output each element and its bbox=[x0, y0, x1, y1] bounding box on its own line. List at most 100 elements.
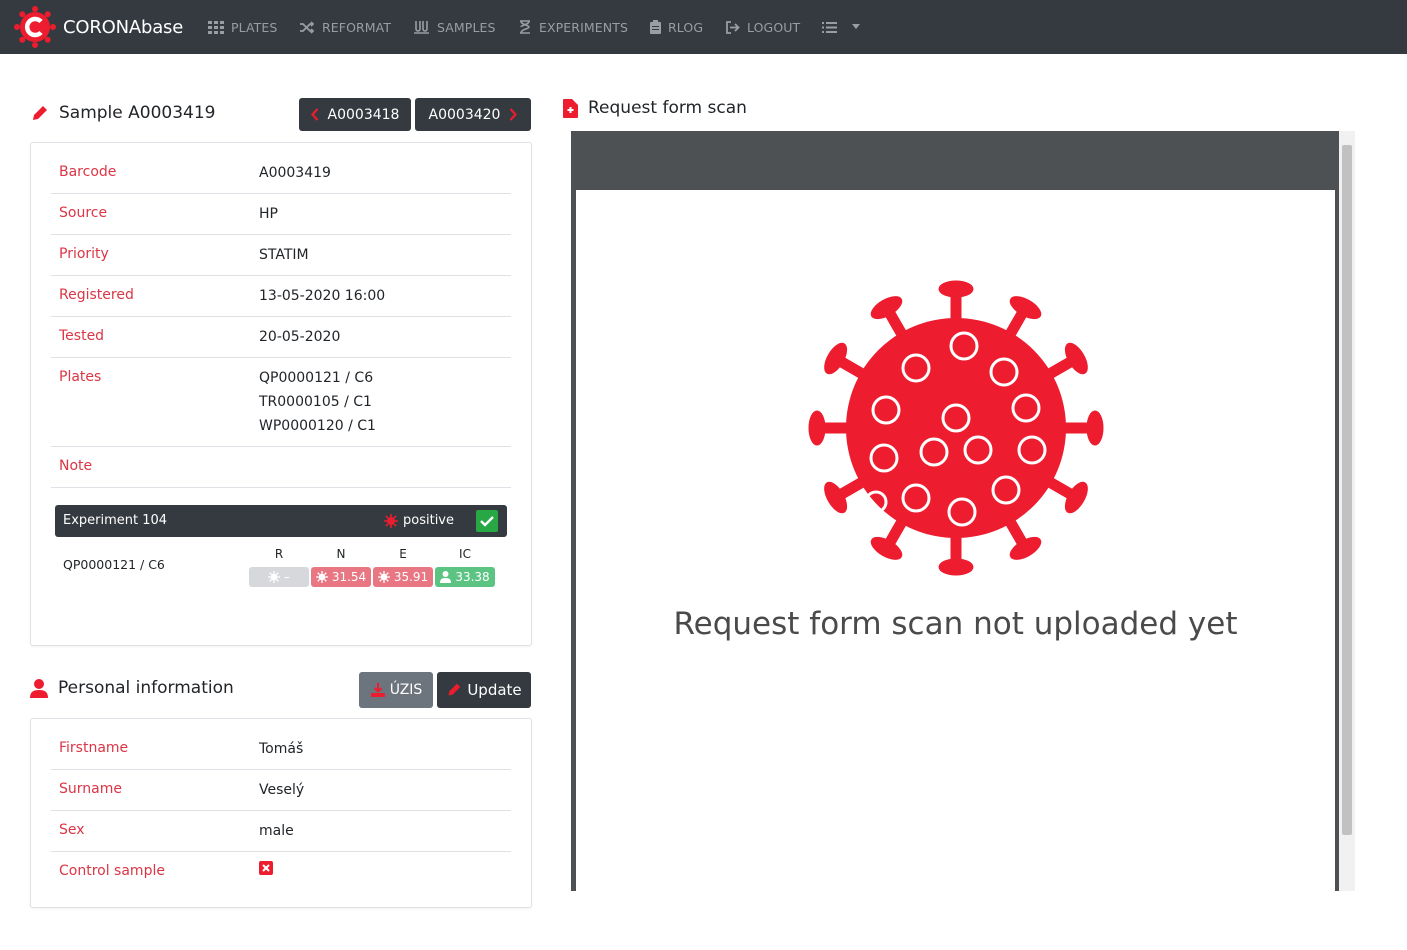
nav-samples[interactable]: SAMPLES bbox=[412, 17, 496, 37]
registered-label: Registered bbox=[59, 287, 134, 303]
experiment-header[interactable]: Experiment 104 positive bbox=[55, 505, 507, 537]
nav-logout-label: LOGOUT bbox=[747, 19, 801, 35]
registered-value: 13-05-2020 16:00 bbox=[259, 288, 386, 304]
logout-icon bbox=[726, 20, 740, 34]
tubes-icon bbox=[414, 21, 429, 34]
barcode-value: A0003419 bbox=[259, 165, 331, 181]
ct-col-n-header: N bbox=[336, 547, 346, 561]
ct-value-ic: 33.38 bbox=[455, 570, 490, 584]
next-sample-label: A0003420 bbox=[428, 106, 501, 123]
nav-rlog-label: RLOG bbox=[668, 19, 704, 35]
row-surname: Surname Veselý bbox=[51, 770, 511, 811]
scan-heading: Request form scan bbox=[563, 98, 747, 118]
scan-title: Request form scan bbox=[588, 98, 747, 118]
virus-icon bbox=[268, 571, 280, 583]
ct-badge-ic: 33.38 bbox=[435, 567, 495, 587]
caret-down-icon bbox=[852, 24, 860, 29]
nav-samples-label: SAMPLES bbox=[437, 19, 496, 35]
navbar: CORONAbase PLATES REFORMAT SAMPLES EXPER… bbox=[0, 0, 1407, 54]
barcode-label: Barcode bbox=[59, 164, 117, 180]
download-icon bbox=[370, 682, 385, 697]
pencil-icon bbox=[33, 105, 47, 120]
sample-card: Barcode A0003419 Source HP Priority STAT… bbox=[30, 142, 532, 646]
sample-title: Sample A0003419 bbox=[59, 103, 216, 123]
virus-icon bbox=[377, 571, 390, 583]
nav-plates[interactable]: PLATES bbox=[208, 17, 277, 37]
tested-label: Tested bbox=[59, 328, 105, 344]
checkmark-icon bbox=[476, 510, 498, 532]
row-control-sample: Control sample bbox=[51, 852, 511, 893]
scan-page: Request form scan not uploaded yet bbox=[576, 190, 1335, 950]
ct-col-r-header: R bbox=[274, 547, 284, 561]
plate-link[interactable]: QP0000121 / C6 bbox=[259, 366, 373, 390]
row-plates: Plates QP0000121 / C6 TR0000105 / C1 WP0… bbox=[51, 358, 511, 447]
viewer-scrollbar[interactable] bbox=[1339, 131, 1355, 891]
row-priority: Priority STATIM bbox=[51, 235, 511, 276]
medical-file-icon bbox=[563, 98, 578, 118]
note-label: Note bbox=[59, 458, 93, 474]
source-label: Source bbox=[59, 205, 108, 221]
plate-link[interactable]: TR0000105 / C1 bbox=[259, 390, 372, 414]
virus-icon bbox=[384, 514, 398, 528]
scan-missing-message: Request form scan not uploaded yet bbox=[673, 606, 1238, 642]
corona-logo-icon bbox=[14, 6, 56, 48]
uzis-label: ÚZIS bbox=[389, 682, 423, 698]
coronavirus-icon bbox=[808, 280, 1104, 576]
list-icon bbox=[822, 21, 837, 33]
user-icon bbox=[440, 571, 452, 583]
user-icon bbox=[30, 678, 48, 698]
row-firstname: Firstname Tomáš bbox=[51, 729, 511, 770]
ct-value-r: – bbox=[284, 570, 290, 584]
sample-heading: Sample A0003419 bbox=[30, 103, 216, 123]
virus-icon bbox=[315, 571, 328, 583]
experiment-title: Experiment 104 bbox=[63, 513, 168, 528]
pencil-icon bbox=[448, 683, 461, 696]
nav-plates-label: PLATES bbox=[231, 19, 278, 35]
hourglass-icon bbox=[520, 20, 530, 34]
chevron-left-icon bbox=[310, 108, 318, 121]
nav-experiments-label: EXPERIMENTS bbox=[539, 19, 628, 35]
priority-label: Priority bbox=[59, 246, 109, 262]
sex-value: male bbox=[259, 823, 294, 839]
row-sex: Sex male bbox=[51, 811, 511, 852]
row-barcode: Barcode A0003419 bbox=[51, 153, 511, 194]
nav-reformat-label: REFORMAT bbox=[322, 19, 392, 35]
ct-badge-e: 35.91 bbox=[373, 567, 433, 587]
nav-more-dropdown[interactable] bbox=[822, 17, 868, 37]
nav-logout[interactable]: LOGOUT bbox=[725, 17, 800, 37]
surname-value: Veselý bbox=[259, 782, 305, 798]
brand-name: CORONAbase bbox=[63, 16, 184, 38]
ct-badge-r: – bbox=[249, 567, 309, 587]
nav-reformat[interactable]: REFORMAT bbox=[299, 17, 391, 37]
row-registered: Registered 13-05-2020 16:00 bbox=[51, 276, 511, 317]
nav-experiments[interactable]: EXPERIMENTS bbox=[518, 17, 628, 37]
experiment-plate[interactable]: QP0000121 / C6 bbox=[63, 557, 165, 572]
uzis-button[interactable]: ÚZIS bbox=[359, 672, 433, 708]
next-sample-button[interactable]: A0003420 bbox=[415, 98, 531, 131]
ct-col-e-header: E bbox=[399, 547, 407, 561]
surname-label: Surname bbox=[59, 781, 122, 797]
personal-card: Firstname Tomáš Surname Veselý Sex male … bbox=[30, 718, 532, 908]
experiment-result: positive bbox=[403, 513, 454, 528]
brand[interactable]: CORONAbase bbox=[14, 6, 183, 48]
scrollbar-thumb[interactable] bbox=[1342, 145, 1352, 835]
nav-rlog[interactable]: RLOG bbox=[650, 17, 703, 37]
row-source: Source HP bbox=[51, 194, 511, 235]
sex-label: Sex bbox=[59, 822, 85, 838]
prev-sample-label: A0003418 bbox=[327, 106, 400, 123]
scan-viewer[interactable]: Request form scan not uploaded yet bbox=[571, 131, 1339, 950]
chevron-right-icon bbox=[510, 108, 518, 121]
plate-link[interactable]: WP0000120 / C1 bbox=[259, 414, 376, 438]
personal-heading: Personal information bbox=[30, 678, 234, 698]
source-value: HP bbox=[259, 206, 278, 222]
ct-col-ic-header: IC bbox=[459, 547, 471, 561]
update-button[interactable]: Update bbox=[437, 672, 531, 708]
prev-sample-button[interactable]: A0003418 bbox=[299, 98, 411, 131]
plates-label: Plates bbox=[59, 369, 102, 385]
cross-icon bbox=[259, 861, 273, 875]
firstname-label: Firstname bbox=[59, 740, 129, 756]
ct-value-e: 35.91 bbox=[393, 570, 429, 584]
row-tested: Tested 20-05-2020 bbox=[51, 317, 511, 358]
ct-value-n: 31.54 bbox=[331, 570, 367, 584]
shuffle-icon bbox=[300, 20, 315, 34]
